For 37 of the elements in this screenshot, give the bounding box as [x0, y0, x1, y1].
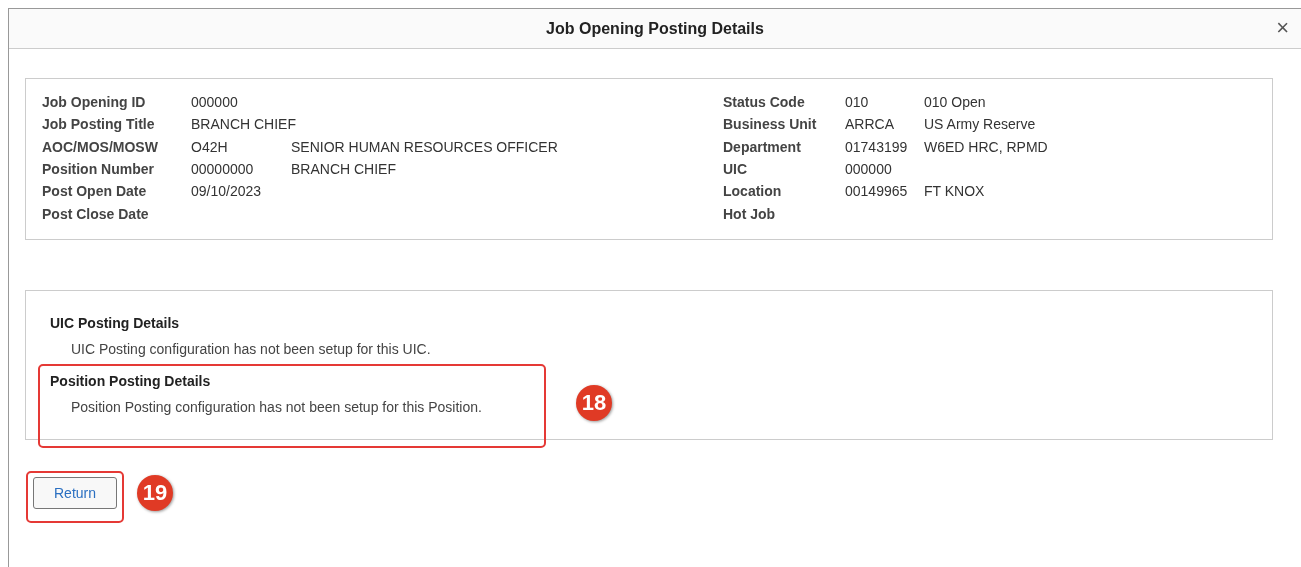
- field-value: BRANCH CHIEF: [191, 116, 296, 133]
- field-value: W6ED HRC, RPMD: [924, 138, 1048, 155]
- section-message: Position Posting configuration has not been setup for this Position.: [71, 399, 482, 415]
- close-button[interactable]: ×: [1272, 17, 1293, 39]
- field-value: US Army Reserve: [924, 116, 1036, 133]
- callout-badge: 19: [137, 475, 173, 511]
- section-message: UIC Posting configuration has not been setup for this UIC.: [71, 341, 431, 357]
- field-label: Department: [723, 138, 802, 155]
- field-value: 000000: [845, 161, 893, 178]
- field-value: 09/10/2023: [191, 183, 263, 200]
- field-label: Hot Job: [723, 205, 777, 222]
- field-label: UIC: [723, 161, 749, 178]
- field-value: O42H: [191, 138, 229, 155]
- field-value: 010 Open: [924, 94, 986, 111]
- field-label: Location: [723, 183, 783, 200]
- field-value: 00000000: [191, 161, 255, 178]
- field-value: BRANCH CHIEF: [291, 161, 396, 178]
- field-value: ARRCA: [845, 116, 895, 133]
- dialog-title: Job Opening Posting Details: [546, 19, 764, 38]
- field-value: FT KNOX: [924, 183, 985, 200]
- field-value: 01743199: [845, 138, 909, 155]
- field-label: Business Unit: [723, 116, 818, 133]
- field-value: 010: [845, 94, 870, 111]
- field-label: Post Open Date: [42, 183, 148, 200]
- field-label: Job Opening ID: [42, 94, 147, 111]
- section-heading: Position Posting Details: [50, 373, 211, 389]
- field-value: 00149965: [845, 183, 909, 200]
- section-heading: UIC Posting Details: [50, 315, 180, 331]
- field-label: AOC/MOS/MOSW: [42, 138, 159, 155]
- callout-badge: 18: [576, 385, 612, 421]
- field-label: Status Code: [723, 94, 806, 111]
- field-label: Job Posting Title: [42, 116, 156, 133]
- field-label: Post Close Date: [42, 205, 150, 222]
- field-label: Position Number: [42, 161, 155, 178]
- field-value: SENIOR HUMAN RESOURCES OFFICER: [291, 138, 558, 155]
- field-value: 000000: [191, 94, 239, 111]
- return-button[interactable]: Return: [33, 477, 117, 509]
